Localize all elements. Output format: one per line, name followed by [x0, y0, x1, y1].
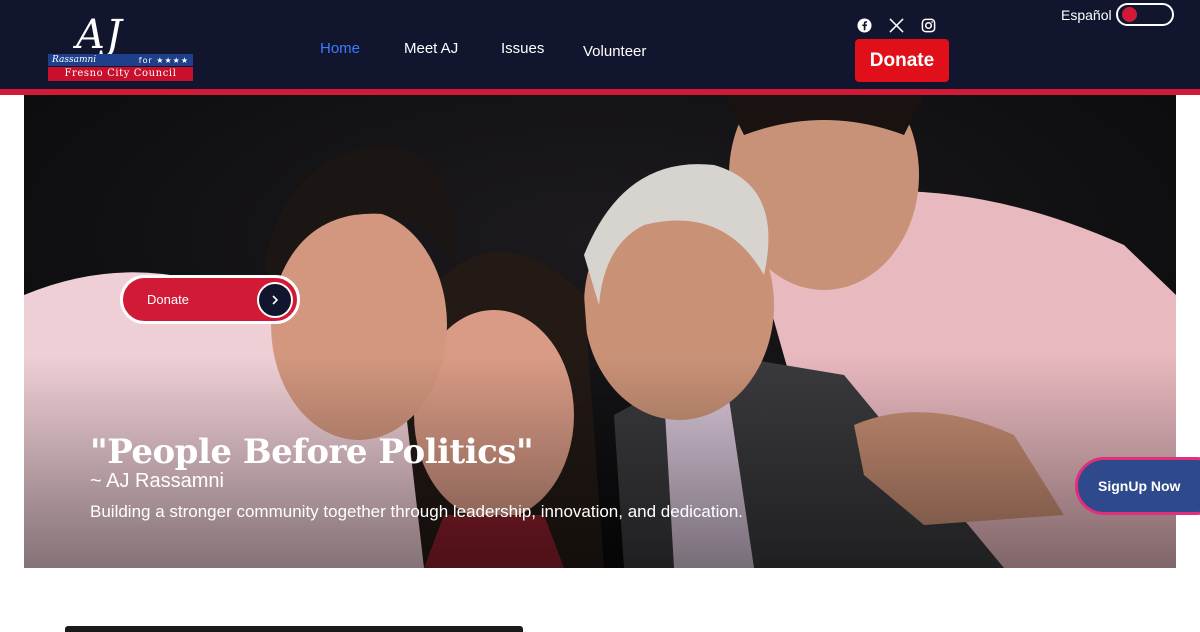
language-label: Español [1061, 6, 1112, 23]
logo-stars: for ★★★★ [138, 55, 189, 65]
chevron-right-icon [257, 282, 293, 318]
language-switch: Español [1061, 3, 1174, 26]
language-toggle[interactable] [1115, 3, 1174, 26]
header-donate-button[interactable]: Donate [855, 39, 949, 82]
logo-name-band: Rassamni for ★★★★ [48, 54, 193, 66]
nav-meet-aj[interactable]: Meet AJ [404, 40, 458, 57]
hero-quote: "People Before Politics" [90, 432, 534, 472]
family-photo [24, 95, 1176, 568]
campaign-logo[interactable]: AJ Rassamni for ★★★★ Fresno City Council [48, 12, 193, 82]
facebook-icon[interactable] [855, 16, 873, 34]
signup-button[interactable]: SignUp Now [1075, 457, 1200, 515]
next-section-edge [65, 626, 523, 632]
hero-donate-label: Donate [147, 292, 189, 307]
hero-donate-button[interactable]: Donate [120, 275, 300, 324]
hero-author: ~ AJ Rassamni [90, 470, 224, 492]
logo-council: Fresno City Council [48, 67, 193, 81]
logo-initials: AJ [76, 12, 123, 58]
social-links [855, 16, 937, 34]
hero-banner [24, 95, 1176, 568]
hero-tagline: Building a stronger community together t… [90, 502, 744, 521]
site-header: AJ Rassamni for ★★★★ Fresno City Council… [0, 0, 1200, 89]
signup-label: SignUp Now [1098, 478, 1181, 494]
nav-home[interactable]: Home [320, 40, 360, 57]
nav-issues[interactable]: Issues [501, 40, 544, 57]
logo-name: Rassamni [52, 55, 97, 65]
toggle-knob [1121, 7, 1137, 22]
instagram-icon[interactable] [919, 16, 937, 34]
nav-volunteer[interactable]: Volunteer [583, 43, 646, 60]
x-icon[interactable] [887, 16, 905, 34]
